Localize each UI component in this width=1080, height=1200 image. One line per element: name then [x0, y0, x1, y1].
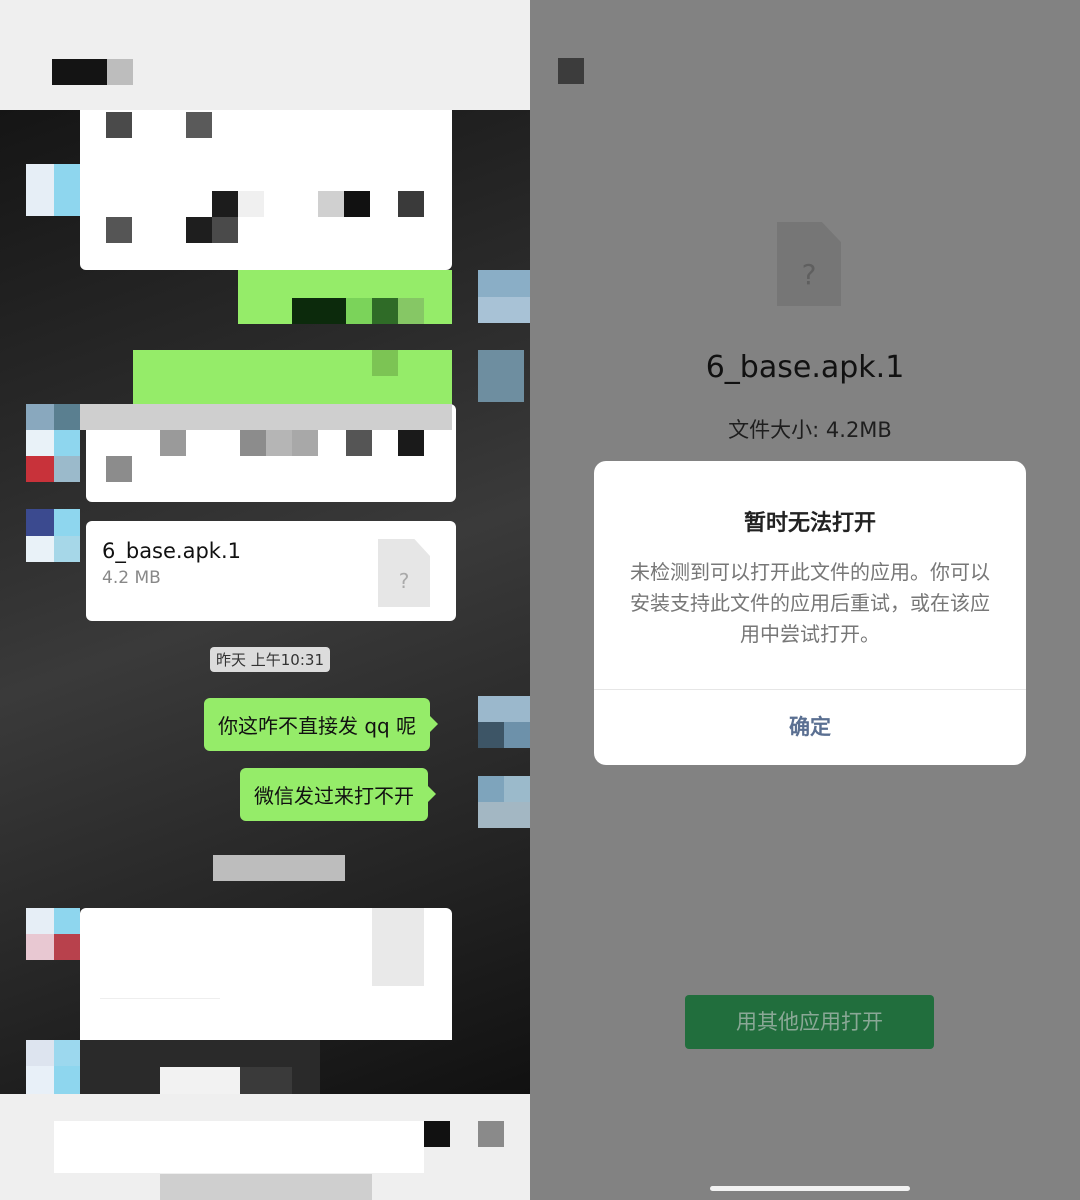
redacted-message-bubble	[80, 404, 456, 502]
preview-file-size: 文件大小: 4.2MB	[728, 418, 892, 442]
redacted-message-bubble	[80, 908, 452, 1040]
file-message-card[interactable]: 6_base.apk.1 4.2 MB ?	[86, 521, 456, 621]
back-icon[interactable]	[558, 58, 584, 84]
redacted-system-text	[213, 855, 345, 881]
chat-screen: 6_base.apk.1 4.2 MB ? 昨天 上午10:31 你这咋不直接发…	[0, 0, 530, 1200]
redacted-message-bubble	[240, 1067, 292, 1094]
confirm-button[interactable]: 确定	[594, 690, 1026, 765]
dialog-message: 未检测到可以打开此文件的应用。你可以安装支持此文件的应用后重试，或在该应用中尝试…	[630, 560, 990, 646]
question-mark-glyph: ?	[801, 258, 817, 291]
home-indicator[interactable]	[710, 1186, 910, 1191]
redacted-contact-name	[107, 59, 133, 85]
file-message-size: 4.2 MB	[102, 568, 161, 588]
file-preview-screen: ? 6_base.apk.1 文件大小: 4.2MB 暂时无法打开 未检测到可以…	[530, 0, 1080, 1200]
unknown-file-icon: ?	[378, 539, 430, 607]
open-with-other-app-button[interactable]: 用其他应用打开	[685, 995, 934, 1049]
redacted-message-bubble	[238, 270, 452, 324]
chat-input-bar	[0, 1094, 530, 1200]
redacted-message-bubble	[80, 110, 452, 270]
sent-message[interactable]: 你这咋不直接发 qq 呢	[204, 698, 439, 751]
redacted-toolbar	[160, 1174, 372, 1200]
redacted-emoji-icon[interactable]	[424, 1121, 450, 1147]
question-mark-glyph: ?	[398, 569, 410, 593]
sent-message[interactable]: 微信发过来打不开	[240, 768, 436, 821]
redacted-message-bubble	[133, 350, 452, 404]
preview-file-name: 6_base.apk.1	[705, 350, 905, 385]
redacted-contact-name	[52, 59, 107, 85]
cannot-open-dialog: 暂时无法打开 未检测到可以打开此文件的应用。你可以安装支持此文件的应用后重试，或…	[594, 461, 1026, 765]
dialog-title: 暂时无法打开	[743, 511, 876, 536]
message-timestamp: 昨天 上午10:31	[210, 647, 330, 672]
chat-header	[0, 0, 530, 110]
redacted-message-bubble	[160, 1067, 240, 1094]
unknown-file-icon: ?	[777, 222, 841, 306]
redacted-more-icon[interactable]	[478, 1121, 504, 1147]
file-message-name: 6_base.apk.1	[102, 539, 241, 563]
message-input-field[interactable]	[54, 1121, 424, 1173]
